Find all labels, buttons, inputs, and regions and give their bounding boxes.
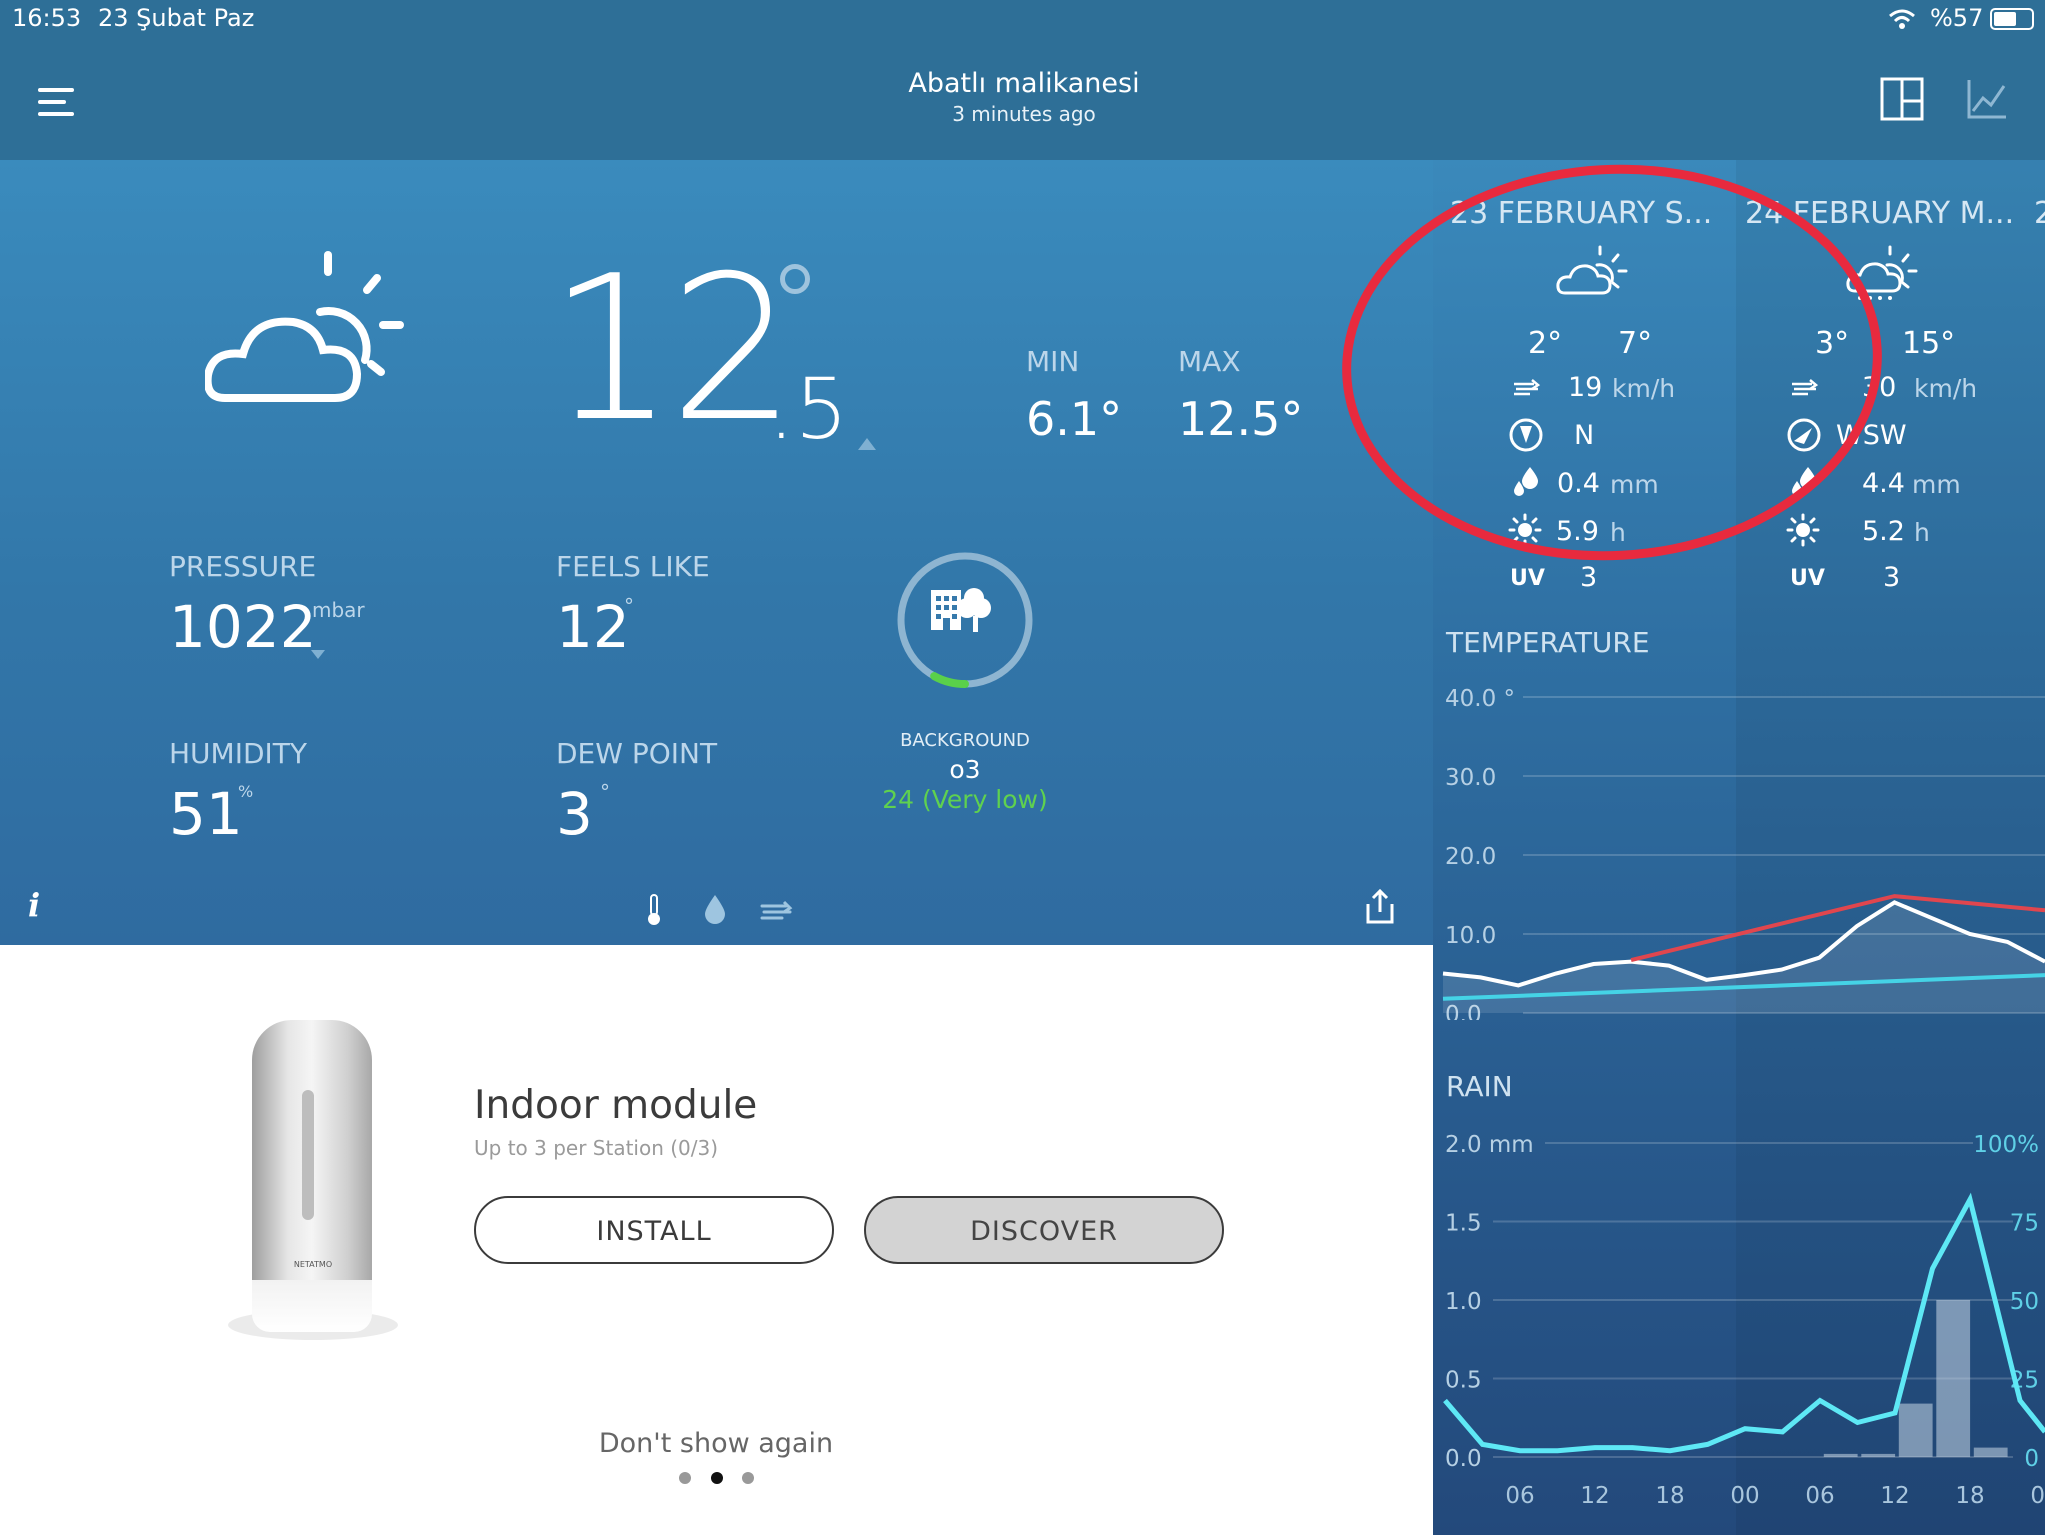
rain-bar [1861,1453,1896,1457]
rain-probability-tick: 100% [1973,1132,2039,1158]
station-title[interactable]: Abatlı malikanesi [700,68,1348,99]
rain-x-tick: 12 [1580,1483,1609,1509]
app-bar: 16:53 23 Şubat Paz %57 Abatlı malikanesi… [0,0,2045,160]
page-indicator-dot-1[interactable] [679,1472,691,1484]
rain-probability-tick: 0 [2024,1446,2039,1472]
rain-x-tick: 00 [2030,1483,2045,1509]
temperature-y-tick: 10.0 [1445,923,1496,949]
temperature-chart[interactable]: 40.0 °30.020.010.00.0 [1433,680,2045,1020]
dashboard-layout-icon[interactable] [1880,77,1924,121]
dew-point-label: DEW POINT [556,737,718,770]
air-quality-label: BACKGROUND [900,730,1030,751]
partly-cloudy-icon [205,251,404,402]
temperature-integer: 12 [548,233,796,466]
air-quality-value: 24 (Very low) [882,785,1048,814]
feels-like-label: FEELS LIKE [556,550,710,583]
rain-x-tick: 18 [1955,1483,1984,1509]
thermometer-icon[interactable] [644,893,664,927]
forecast-day-2-uv-label: UV [1790,566,1825,591]
temperature-decimal: .5 [768,360,849,458]
min-value: 6.1° [1026,392,1123,446]
share-icon[interactable] [1364,888,1396,926]
rain-x-tick: 12 [1880,1483,1909,1509]
forecast-day-2-sun-icon [1786,513,1820,547]
max-label: MAX [1178,345,1241,378]
rain-y-tick: 2.0 mm [1445,1132,1534,1158]
humidity-label: HUMIDITY [169,737,307,770]
temperature-y-tick: 20.0 [1445,844,1496,870]
rain-bar [1823,1453,1858,1457]
min-label: MIN [1026,345,1080,378]
rain-y-tick: 0.5 [1445,1368,1482,1394]
discover-button[interactable]: DISCOVER [864,1196,1224,1264]
forecast-day-2-sunshine: 5.2 [1862,516,1905,547]
rain-x-tick: 06 [1505,1483,1534,1509]
rain-x-tick: 00 [1730,1483,1759,1509]
pressure-label: PRESSURE [169,550,317,583]
info-icon[interactable]: i [28,886,40,924]
rain-y-tick: 0.0 [1445,1446,1482,1472]
indoor-module-image: NETATMO [208,1010,408,1350]
wind-icon[interactable] [760,898,794,922]
rain-chart-title: RAIN [1446,1070,1513,1103]
humidity-value: 51 [169,780,243,848]
temperature-y-tick: 30.0 [1445,765,1496,791]
forecast-day-2-rain-unit: mm [1912,470,1961,499]
rain-bar [1898,1403,1933,1457]
forecast-day-2-wind-unit: km/h [1914,374,1978,403]
rain-chart[interactable]: 2.0 mm 100%1.5 751.0 500.5 250.0 006 12 18 00 06 1… [1433,1120,2045,1535]
forecast-day-2-uv: 3 [1883,562,1901,593]
page-indicator-dot-3[interactable] [742,1472,754,1484]
forecast-day-1-uv: 3 [1580,562,1598,593]
device-logo-text: NETATMO [293,1260,333,1269]
dew-point-value: 3 [556,780,593,848]
menu-icon[interactable] [38,88,74,116]
graph-icon[interactable] [1966,78,2008,120]
rain-x-tick: 06 [1805,1483,1834,1509]
forecast-day-2-sunshine-unit: h [1914,518,1930,547]
status-time: 16:53 [12,4,82,32]
humidity-drop-icon[interactable] [703,893,727,925]
rain-probability-tick: 50 [2010,1289,2039,1315]
battery-icon [1990,8,2034,30]
rain-y-tick: 1.0 [1445,1289,1482,1315]
promo-title: Indoor module [474,1083,758,1128]
rain-x-tick: 18 [1655,1483,1684,1509]
install-button[interactable]: INSTALL [474,1196,834,1264]
page-indicator-dot-2-active[interactable] [711,1472,723,1484]
rain-probability-tick: 75 [2010,1211,2039,1237]
trend-down-icon [311,650,325,659]
feels-like-unit: ° [624,594,634,618]
humidity-unit: % [238,782,254,801]
degree-symbol [780,264,810,294]
battery-percent: %57 [1930,4,1984,32]
forecast-day-2-max: 15° [1902,326,1956,361]
rain-y-tick: 1.5 [1445,1211,1482,1237]
temperature-y-tick: 40.0 ° [1445,686,1515,712]
dew-point-unit: ° [600,780,610,804]
trend-up-icon [858,438,876,450]
wifi-icon [1889,9,1915,29]
feels-like-value: 12 [556,593,630,661]
status-date: 23 Şubat Paz [98,4,255,32]
air-quality-pollutant: o3 [949,755,981,784]
max-value: 12.5° [1178,392,1304,446]
forecast-day-2-rain: 4.4 [1862,468,1905,499]
forecast-day-3-heading[interactable]: 2 [2034,196,2045,231]
pressure-unit: mbar [312,598,365,622]
dont-show-again-link[interactable]: Don't show again [560,1428,872,1459]
air-quality-gauge[interactable] [893,548,1037,692]
rain-bar [1973,1447,2008,1457]
current-conditions-panel: 12 .5 MIN 6.1° MAX 12.5° PRESSURE 1022 m… [0,160,1433,945]
rain-bar [1936,1300,1971,1457]
forecast-day-1-uv-label: UV [1510,566,1545,591]
last-update: 3 minutes ago [952,102,1096,126]
temperature-chart-title: TEMPERATURE [1446,626,1650,659]
pressure-value: 1022 [169,593,317,661]
promo-subtitle: Up to 3 per Station (0/3) [474,1136,719,1160]
